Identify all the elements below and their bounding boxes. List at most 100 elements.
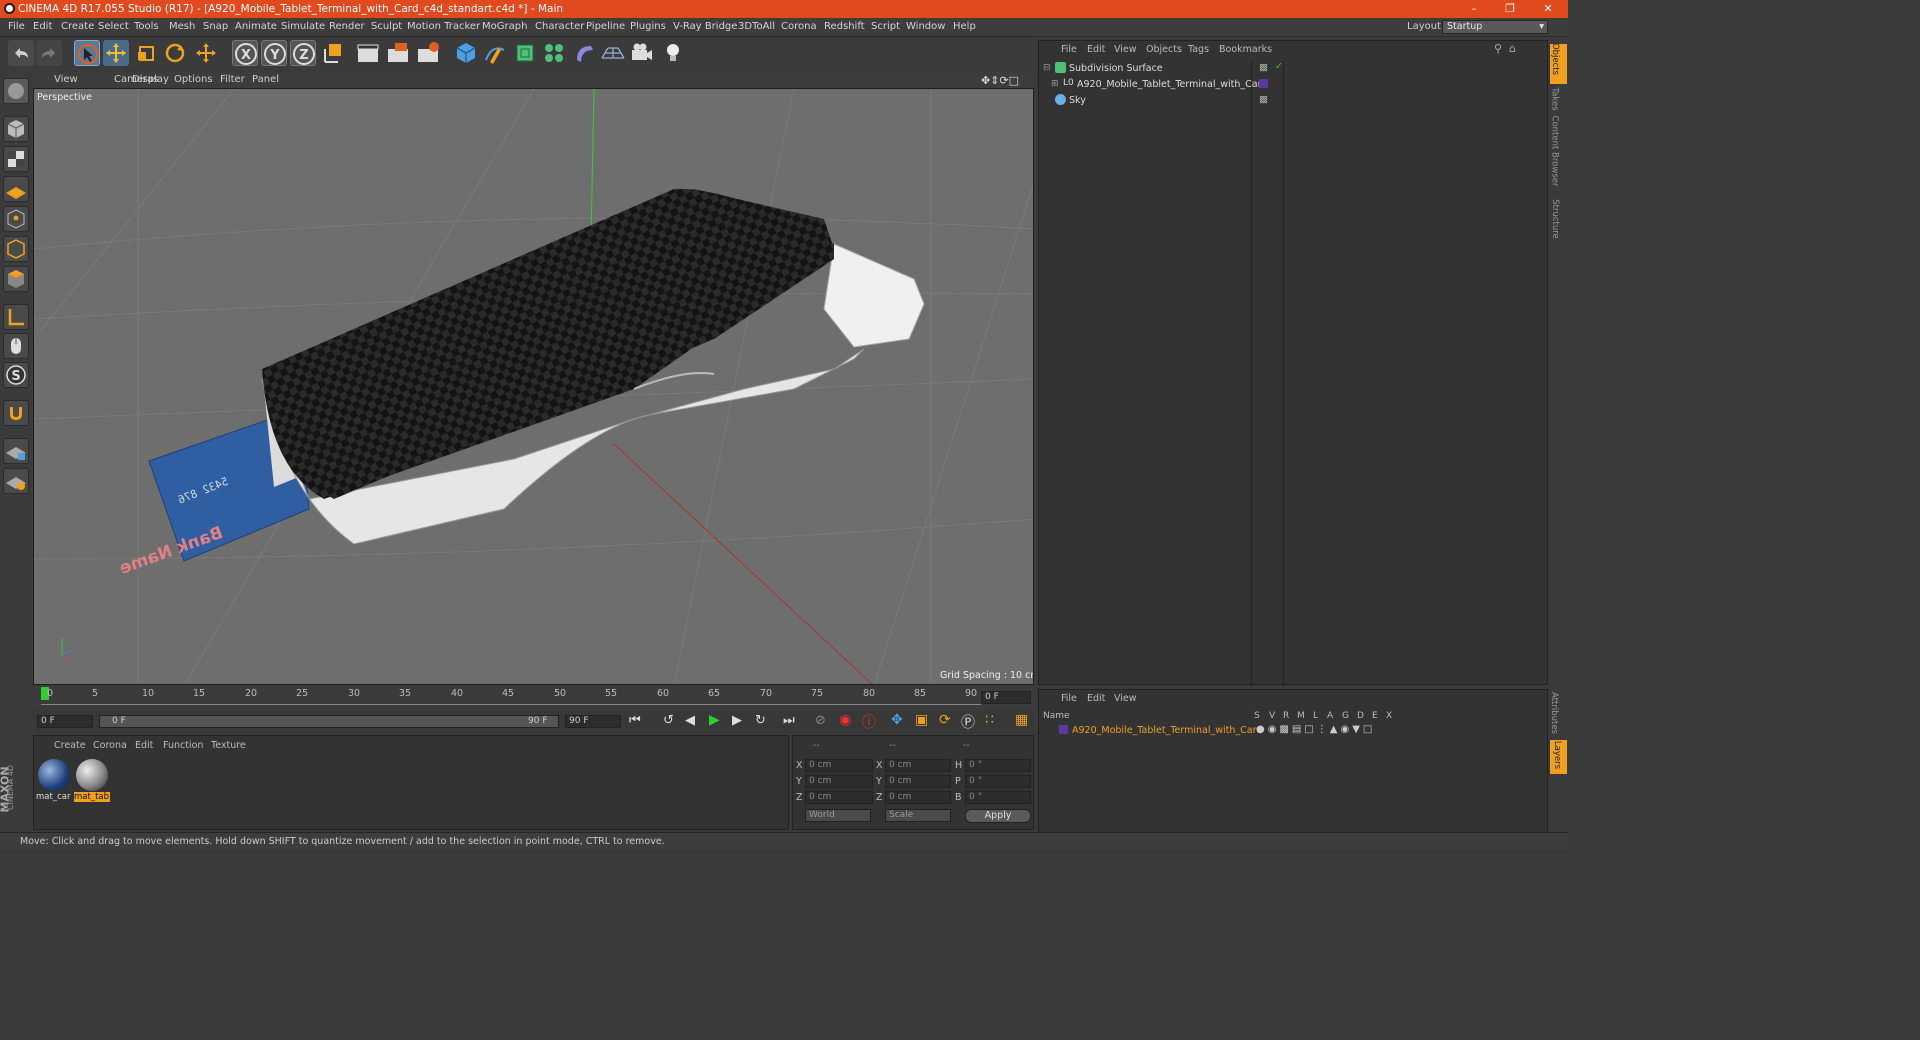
timeline-ruler[interactable]: 0 5 10 15 20 25 30 35 40 45 50 55 60 65 … [33, 686, 1034, 711]
add-deformer-button[interactable] [571, 40, 597, 66]
enable-axis-button[interactable] [3, 304, 29, 330]
move-tool-button[interactable] [103, 40, 129, 66]
next-key-button[interactable]: ↻ [755, 713, 766, 728]
y-axis-button[interactable]: Y [261, 40, 287, 66]
menu-snap[interactable]: Snap [203, 21, 228, 32]
current-frame-field[interactable]: 0 F [981, 691, 1031, 704]
workplane-snap-button[interactable] [3, 468, 29, 494]
layer-menu-file[interactable]: File [1061, 693, 1077, 704]
tab-attributes[interactable]: Attributes [1549, 692, 1559, 734]
3d-viewport[interactable]: Bank Name 5432 876 Perspective Grid Spac… [33, 88, 1034, 685]
add-subdivision-button[interactable] [512, 40, 538, 66]
world-select[interactable]: World [805, 809, 871, 822]
prev-key-button[interactable]: ↺ [663, 713, 674, 728]
material-swatch[interactable]: mat_car [36, 758, 72, 802]
menu-simulate[interactable]: Simulate [281, 21, 325, 32]
viewport-menu-view[interactable]: View [54, 74, 78, 85]
menu-redshift[interactable]: Redshift [824, 21, 865, 32]
menu-create[interactable]: Create [61, 21, 94, 32]
frame-range-slider[interactable]: 0 F 90 F [99, 715, 559, 728]
key-rotation-button[interactable]: ⟳ [939, 712, 951, 728]
snapping-button[interactable]: S [3, 362, 29, 388]
home-icon[interactable]: ⌂ [1509, 42, 1516, 55]
viewport-nav-icons[interactable]: ✥⇕⟳□ [981, 74, 1019, 87]
timeline-window-button[interactable]: ▦ [1015, 712, 1028, 728]
viewport-menu-options[interactable]: Options [174, 74, 213, 85]
redo-button[interactable] [36, 40, 62, 66]
restore-button[interactable]: ❐ [1492, 0, 1528, 18]
menu-vray-bridge[interactable]: V-Ray Bridge [673, 21, 737, 32]
add-light-button[interactable] [660, 40, 686, 66]
object-row-subdivision[interactable]: ⊟ Subdivision Surface ▩ ✓ [1041, 61, 1546, 77]
apply-button[interactable]: Apply [965, 809, 1031, 823]
obj-menu-tags[interactable]: Tags [1188, 44, 1209, 55]
key-position-button[interactable]: ✥ [891, 712, 903, 728]
add-spline-button[interactable] [482, 40, 508, 66]
layer-menu-view[interactable]: View [1114, 693, 1137, 704]
menu-help[interactable]: Help [953, 21, 976, 32]
menu-edit[interactable]: Edit [33, 21, 52, 32]
goto-start-button[interactable]: ⏮ [629, 713, 641, 728]
position-y-field[interactable]: 0 cm [805, 775, 873, 788]
x-axis-button[interactable]: X [232, 40, 258, 66]
menu-mograph[interactable]: MoGraph [482, 21, 527, 32]
menu-corona[interactable]: Corona [781, 21, 817, 32]
menu-tools[interactable]: Tools [134, 21, 159, 32]
prev-frame-button[interactable]: ◀ [685, 713, 695, 728]
menu-character[interactable]: Character [535, 21, 584, 32]
workplane-mode-button[interactable] [3, 176, 29, 202]
menu-render[interactable]: Render [329, 21, 365, 32]
menu-3dtoall[interactable]: 3DToAll [738, 21, 775, 32]
size-y-field[interactable]: 0 cm [885, 775, 951, 788]
viewport-menu-panel[interactable]: Panel [252, 74, 279, 85]
tab-content-browser[interactable]: Content Browser [1549, 116, 1559, 187]
points-mode-button[interactable] [3, 206, 29, 232]
close-button[interactable]: ✕ [1530, 0, 1566, 18]
tweak-mode-button[interactable] [3, 333, 29, 359]
next-frame-button[interactable]: ▶ [732, 713, 742, 728]
position-x-field[interactable]: 0 cm [805, 759, 873, 772]
material-swatch-selected[interactable]: mat_tab [74, 758, 110, 802]
add-mograph-button[interactable] [541, 40, 567, 66]
texture-mode-button[interactable] [3, 146, 29, 172]
menu-select[interactable]: Select [98, 21, 129, 32]
size-x-field[interactable]: 0 cm [885, 759, 951, 772]
keyframe-selection-button[interactable]: ⊘ [815, 713, 826, 728]
add-cube-button[interactable] [453, 40, 479, 66]
menu-plugins[interactable]: Plugins [630, 21, 666, 32]
obj-menu-objects[interactable]: Objects [1146, 44, 1182, 55]
mat-menu-texture[interactable]: Texture [211, 740, 246, 751]
position-z-field[interactable]: 0 cm [805, 791, 873, 804]
menu-file[interactable]: File [8, 21, 25, 32]
menu-animate[interactable]: Animate [235, 21, 277, 32]
render-settings-button[interactable] [415, 40, 441, 66]
add-camera-button[interactable] [629, 40, 655, 66]
lock-workplane-button[interactable] [3, 438, 29, 464]
make-editable-button[interactable] [3, 78, 29, 104]
mat-menu-create[interactable]: Create [54, 740, 86, 751]
key-scale-button[interactable]: ▣ [915, 712, 928, 728]
tab-takes[interactable]: Takes [1550, 87, 1560, 110]
record-button[interactable]: ◉ [839, 712, 851, 728]
layer-row[interactable]: A920_Mobile_Tablet_Terminal_with_Card ●◉… [1041, 723, 1546, 739]
render-view-button[interactable] [355, 40, 381, 66]
play-button[interactable]: ▶ [709, 712, 720, 728]
size-z-field[interactable]: 0 cm [885, 791, 951, 804]
key-param-button[interactable]: Ⓟ [961, 712, 975, 732]
layer-menu-edit[interactable]: Edit [1087, 693, 1105, 704]
layout-select[interactable]: Startup ▾ [1442, 20, 1548, 34]
goto-end-button[interactable]: ⏭ [783, 713, 795, 728]
key-pla-button[interactable]: ∷ [985, 712, 994, 728]
autokey-button[interactable]: ⓘ [862, 712, 876, 732]
magnet-tool-button[interactable] [3, 400, 29, 426]
collapse-icon[interactable]: ⊟ [1043, 63, 1051, 73]
editor-visibility-icon[interactable]: ▩ [1259, 62, 1268, 73]
object-row-terminal[interactable]: ⊞ L0 A920_Mobile_Tablet_Terminal_with_Ca… [1041, 77, 1546, 93]
render-region-button[interactable] [385, 40, 411, 66]
mat-menu-function[interactable]: Function [163, 740, 203, 751]
rotate-tool-button[interactable] [162, 40, 188, 66]
add-floor-button[interactable] [600, 40, 626, 66]
model-mode-button[interactable] [3, 116, 29, 142]
coordinate-system-button[interactable] [320, 40, 346, 66]
tab-structure[interactable]: Structure [1550, 199, 1560, 239]
